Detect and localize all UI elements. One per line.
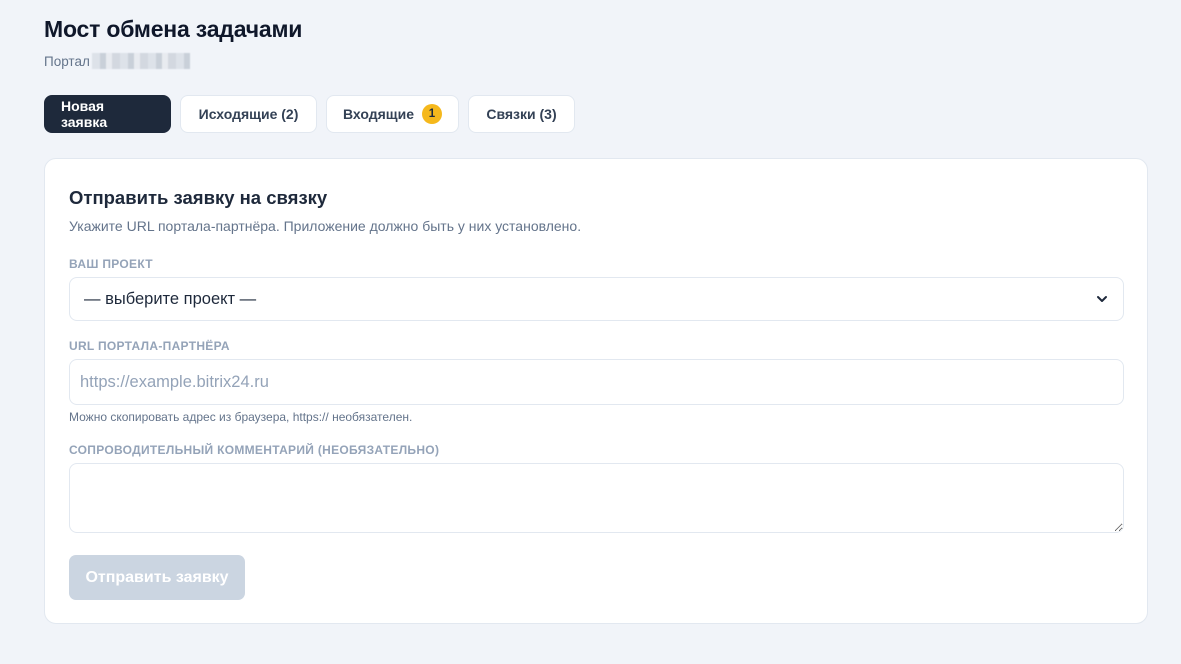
comment-label: СОПРОВОДИТЕЛЬНЫЙ КОММЕНТАРИЙ (НЕОБЯЗАТЕЛ… (69, 443, 440, 457)
tab-bar: Новая заявка Исходящие (2) Входящие 1 Св… (44, 95, 575, 133)
partner-url-hint: Можно скопировать адрес из браузера, htt… (69, 410, 413, 424)
portal-subtitle: Портал (44, 53, 190, 69)
partner-url-label: URL ПОРТАЛА-ПАРТНЁРА (69, 339, 230, 353)
tab-label: Новая заявка (61, 98, 108, 130)
project-select[interactable]: — выберите проект — (69, 277, 1124, 321)
page: Мост обмена задачами Портал Новая заявка… (0, 0, 1181, 664)
submit-request-button[interactable]: Отправить заявку (69, 555, 245, 600)
tab-label: Входящие (343, 106, 414, 122)
partner-url-input[interactable] (69, 359, 1124, 405)
tab-new-request[interactable]: Новая заявка (44, 95, 171, 133)
project-label: ВАШ ПРОЕКТ (69, 257, 153, 271)
request-form-card: Отправить заявку на связку Укажите URL п… (44, 158, 1148, 624)
project-select-value: — выберите проект — (84, 289, 257, 308)
form-title: Отправить заявку на связку (69, 187, 328, 208)
portal-label: Портал (44, 53, 90, 69)
page-title: Мост обмена задачами (44, 16, 303, 42)
comment-textarea[interactable] (69, 463, 1124, 533)
tab-links[interactable]: Связки (3) (468, 95, 575, 133)
redacted-portal-name (91, 53, 190, 69)
tab-label: Исходящие (2) (198, 106, 299, 122)
incoming-count-badge: 1 (422, 104, 442, 124)
form-description: Укажите URL портала-партнёра. Приложение… (69, 218, 582, 234)
tab-outgoing[interactable]: Исходящие (2) (180, 95, 317, 133)
tab-incoming[interactable]: Входящие 1 (326, 95, 459, 133)
tab-label: Связки (3) (486, 106, 557, 122)
chevron-down-icon (1097, 296, 1107, 302)
